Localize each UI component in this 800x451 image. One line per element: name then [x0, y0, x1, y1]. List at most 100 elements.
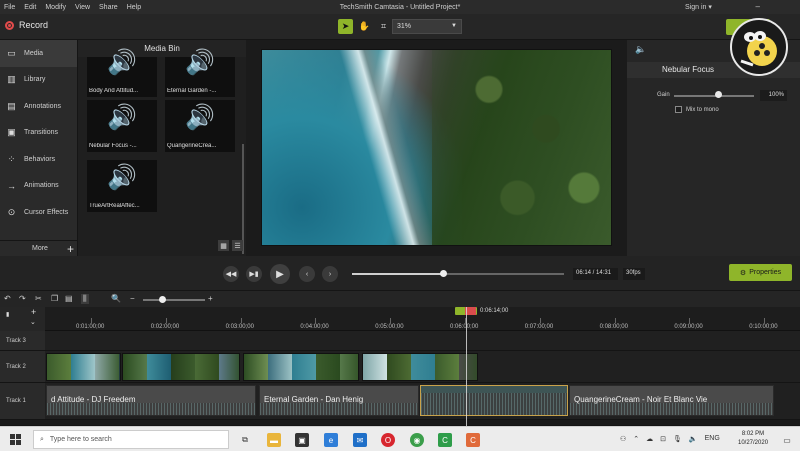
track-2[interactable]: Track 2 [0, 351, 800, 383]
audio-clip[interactable]: Eternal Garden - Dan Henig [259, 385, 419, 416]
sidebar-item-transitions[interactable]: ▣ Transitions [0, 120, 77, 147]
volume-icon[interactable]: 🔈 [689, 435, 698, 443]
timeline-zoom-handle[interactable] [159, 296, 166, 303]
collapse-icon[interactable]: ⌄ [30, 318, 36, 326]
list-view-icon[interactable]: ☰ [232, 240, 243, 251]
zoom-in-icon[interactable]: + [208, 294, 213, 303]
track-1[interactable]: Track 1 d Attitude - DJ Freedem Eternal … [0, 383, 800, 420]
menu-file[interactable]: File [4, 4, 15, 11]
gain-slider-handle[interactable] [715, 91, 722, 98]
track-3[interactable]: Track 3 [0, 331, 800, 351]
clip-thumbnail [292, 354, 316, 380]
menu-share[interactable]: Share [99, 4, 118, 11]
mix-to-mono-option[interactable]: Mix to mono [675, 106, 719, 113]
video-preview[interactable] [261, 49, 612, 246]
gain-slider[interactable] [674, 95, 754, 97]
video-clip[interactable] [46, 353, 121, 381]
audio-properties-icon[interactable]: 🔈 [635, 44, 646, 55]
zoom-out-icon[interactable]: − [130, 294, 135, 303]
gain-value-field[interactable]: 100% [760, 90, 787, 101]
camtasia-recorder-icon[interactable]: C [438, 433, 452, 447]
step-back-button[interactable]: ◀◀ [223, 266, 239, 282]
mail-icon[interactable]: ✉ [353, 433, 367, 447]
language-indicator[interactable]: ENG [705, 435, 720, 443]
redo-icon[interactable]: ↷ [19, 294, 26, 303]
more-button[interactable]: More + [0, 240, 78, 256]
previous-marker-button[interactable]: ‹ [299, 266, 315, 282]
video-clip[interactable] [122, 353, 240, 381]
track-toggle-icon[interactable]: ▮ [6, 311, 9, 318]
menu-view[interactable]: View [75, 4, 90, 11]
ruler-tick-mark [614, 318, 616, 323]
gear-icon: ⚙ [739, 269, 747, 277]
ruler-tick-mark [91, 318, 92, 323]
sidebar-item-annotations[interactable]: ▤ Annotations [0, 93, 77, 120]
zoom-icon[interactable]: 🔍 [111, 294, 121, 303]
media-tile[interactable]: 🔊 TrueArtRealAffec... [87, 160, 157, 212]
video-clip[interactable] [243, 353, 359, 381]
menu-edit[interactable]: Edit [24, 4, 36, 11]
play-button[interactable]: ▶ [270, 264, 290, 284]
sidebar-item-media[interactable]: ▭ Media [0, 40, 77, 67]
add-track-icon[interactable]: + [31, 307, 36, 317]
taskbar-clock[interactable]: 8:02 PM 10/27/2020 [738, 430, 768, 448]
windows-start-icon[interactable] [10, 434, 21, 445]
timeline-ruler[interactable]: + ⌄ ▮ 0:01:00;00 0:02:00;00 0:03:00;00 0:04… [0, 307, 800, 331]
playhead-time: 0:06:14;00 [480, 308, 509, 314]
cut-icon[interactable]: ✂ [35, 294, 42, 303]
edge-icon[interactable]: e [324, 433, 338, 447]
split-icon[interactable]: ⫼ [81, 294, 89, 304]
next-marker-button[interactable]: › [322, 266, 338, 282]
chevron-up-icon[interactable]: ⌃ [633, 435, 639, 443]
audio-clip[interactable]: QuangerineCream - Noir Et Blanc Vie [569, 385, 774, 416]
media-tile[interactable]: 🔊 Eternal Garden -... [165, 51, 235, 97]
sign-in-link[interactable]: Sign in ▾ [685, 3, 712, 11]
opera-icon[interactable]: O [381, 433, 395, 447]
media-bin-scrollbar[interactable] [242, 144, 244, 254]
clock-time: 8:02 PM [741, 431, 765, 437]
media-tile[interactable]: 🔊 QuangerineCrea... [165, 100, 235, 152]
sidebar-item-animations[interactable]: → Animations [0, 173, 77, 200]
file-explorer-icon[interactable]: ▬ [267, 433, 281, 447]
chrome-icon[interactable]: ◉ [410, 433, 424, 447]
plus-icon[interactable]: + [67, 242, 74, 256]
microphone-icon[interactable]: 🎙 [673, 435, 682, 443]
sidebar-item-behaviors[interactable]: ⁘ Behaviors [0, 146, 77, 173]
video-clip[interactable] [362, 353, 478, 381]
menu-help[interactable]: Help [127, 4, 141, 11]
zoom-select[interactable]: 31% ▼ [392, 19, 462, 34]
record-button[interactable]: Record [5, 20, 48, 30]
crop-tool-icon[interactable]: ⌗ [376, 19, 391, 34]
properties-button[interactable]: ⚙ Properties [729, 264, 792, 281]
network-icon[interactable]: ⊡ [660, 435, 666, 443]
menu-modify[interactable]: Modify [45, 4, 66, 11]
mix-to-mono-checkbox[interactable] [675, 106, 682, 113]
media-tile[interactable]: 🔊 Body And Attitud... [87, 51, 157, 97]
undo-icon[interactable]: ↶ [4, 294, 11, 303]
taskbar-search-box[interactable]: ⌕ Type here to search [33, 430, 229, 449]
camtasia-icon[interactable]: C [466, 433, 480, 447]
animations-icon: → [7, 180, 16, 191]
copy-icon[interactable]: ❐ [51, 294, 58, 303]
onedrive-icon[interactable]: ☁ [646, 435, 653, 443]
network-people-icon[interactable]: ⚇ [620, 435, 626, 443]
playback-scrubber-handle[interactable] [440, 270, 448, 277]
audio-clip[interactable]: d Attitude - DJ Freedem [46, 385, 256, 416]
store-icon[interactable]: ▣ [295, 433, 309, 447]
media-tile[interactable]: 🔊 Nebular Focus -... [87, 100, 157, 152]
frame-rate: 30fps [623, 268, 645, 280]
timeline-zoom-slider[interactable] [143, 299, 205, 301]
sidebar-item-library[interactable]: ▥ Library [0, 67, 77, 94]
paste-icon[interactable]: ▤ [65, 294, 73, 303]
ruler-tick-label: 0:10:00;00 [749, 324, 778, 330]
grid-view-icon[interactable]: ▦ [218, 240, 229, 251]
select-tool-icon[interactable]: ➤ [338, 19, 353, 34]
task-view-icon[interactable]: ⧉ [238, 433, 252, 447]
clip-thumbnail [411, 354, 435, 380]
pan-tool-icon[interactable]: ✋ [357, 19, 372, 34]
sidebar-item-cursor-effects[interactable]: ⊙ Cursor Effects [0, 199, 77, 226]
step-forward-frame-button[interactable]: ▶▮ [246, 266, 262, 282]
minimize-icon[interactable]: – [756, 2, 760, 11]
notifications-icon[interactable]: ▭ [780, 433, 794, 447]
audio-clip-selected[interactable] [420, 385, 568, 416]
